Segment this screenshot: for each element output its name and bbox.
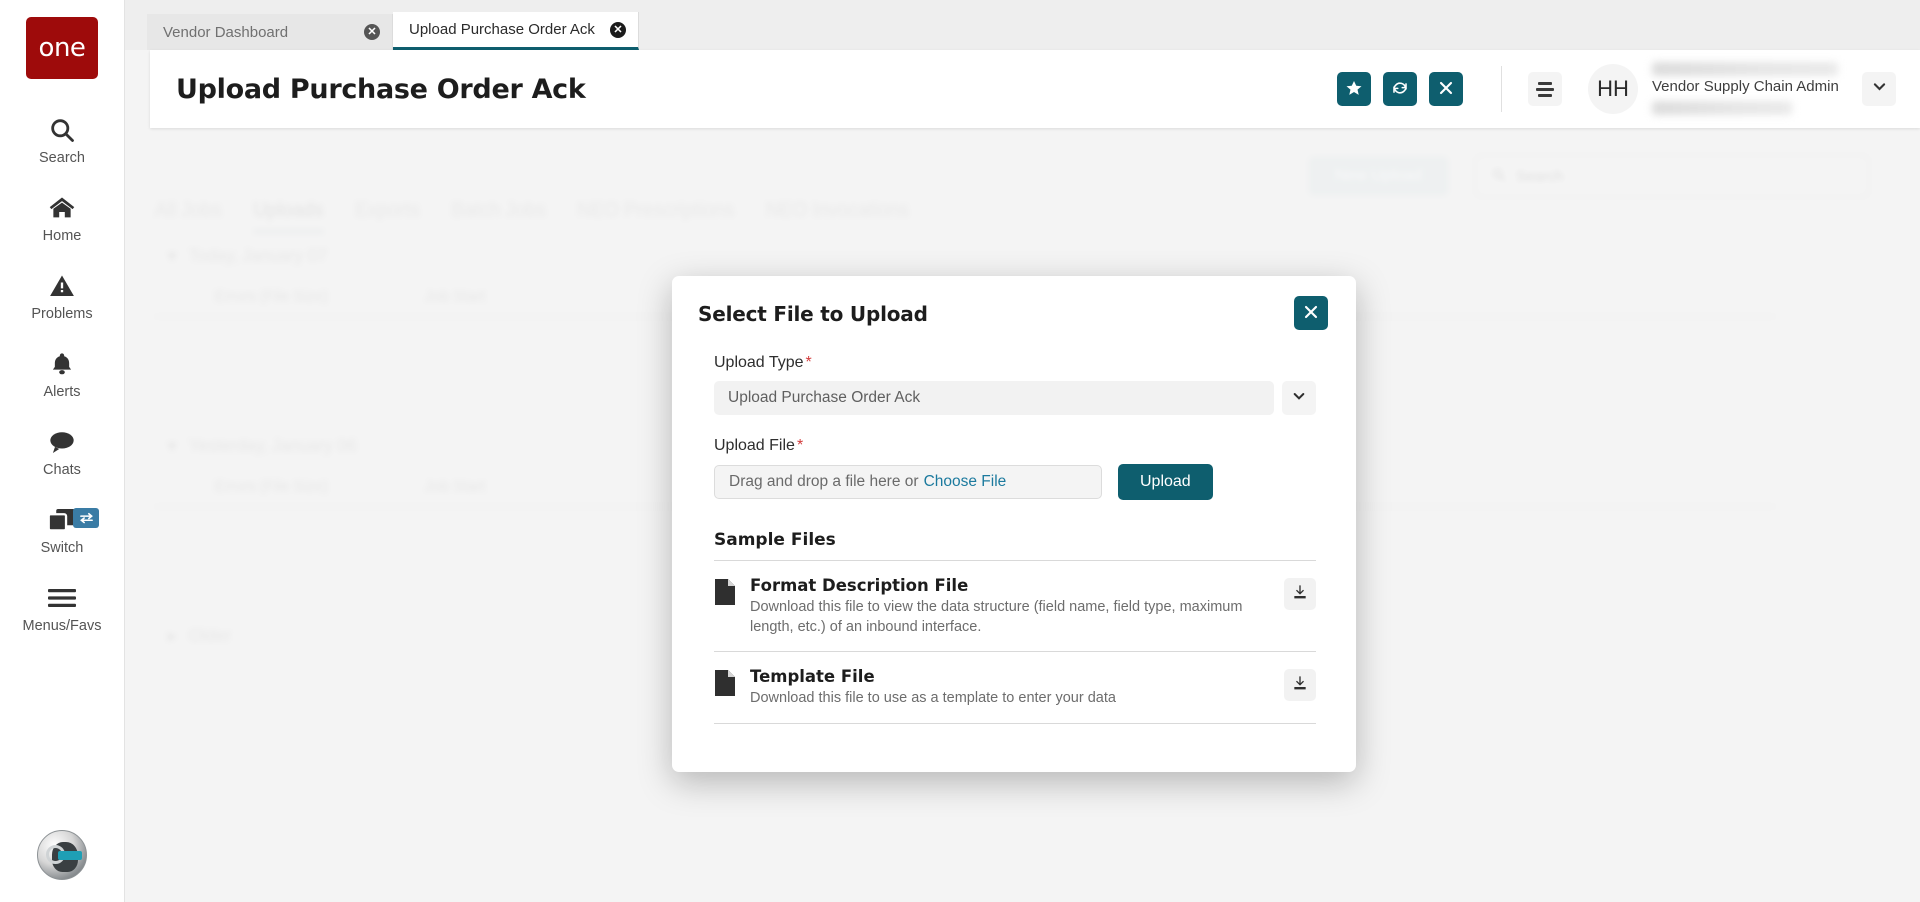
application-window: one Search Home — [0, 0, 1920, 902]
sample-files-list: Format Description File Download this fi… — [714, 560, 1316, 724]
spacer — [714, 415, 1316, 437]
required-marker: * — [806, 354, 812, 371]
upload-type-select[interactable]: Upload Purchase Order Ack — [714, 381, 1274, 415]
dialog-close-button[interactable] — [1294, 296, 1328, 330]
upload-type-label-text: Upload Type — [714, 354, 804, 371]
sample-file-name: Format Description File — [750, 576, 1268, 595]
upload-file-row: Drag and drop a file here or Choose File… — [714, 464, 1316, 500]
download-icon — [1292, 584, 1308, 605]
select-file-to-upload-dialog: Select File to Upload Upload Type* Uploa… — [672, 276, 1356, 772]
required-marker: * — [797, 437, 803, 454]
sample-file-text: Format Description File Download this fi… — [750, 576, 1284, 637]
dialog-title: Select File to Upload — [698, 302, 928, 326]
dropzone-text: Drag and drop a file here or — [729, 473, 919, 491]
chevron-down-icon — [1291, 388, 1307, 409]
sample-file-description: Download this file to use as a template … — [750, 689, 1268, 709]
list-item: Format Description File Download this fi… — [714, 560, 1316, 651]
sample-file-description: Download this file to view the data stru… — [750, 598, 1268, 637]
upload-type-label: Upload Type* — [714, 354, 1316, 372]
dialog-body: Upload Type* Upload Purchase Order Ack — [672, 330, 1356, 724]
sample-files-heading: Sample Files — [714, 530, 1316, 550]
file-dropzone[interactable]: Drag and drop a file here or Choose File — [714, 465, 1102, 499]
upload-file-label: Upload File* — [714, 437, 1316, 455]
document-icon — [714, 576, 750, 611]
document-icon — [714, 667, 750, 702]
upload-button[interactable]: Upload — [1118, 464, 1213, 500]
close-x-icon — [1303, 304, 1319, 323]
upload-type-dropdown-button[interactable] — [1282, 381, 1316, 415]
download-template-file-button[interactable] — [1284, 669, 1316, 701]
list-item: Template File Download this file to use … — [714, 651, 1316, 724]
download-icon — [1292, 675, 1308, 696]
upload-file-label-text: Upload File — [714, 437, 795, 454]
modal-overlay: Select File to Upload Upload Type* Uploa… — [0, 0, 1920, 902]
download-format-description-button[interactable] — [1284, 578, 1316, 610]
dialog-header: Select File to Upload — [672, 276, 1356, 330]
sample-file-text: Template File Download this file to use … — [750, 667, 1284, 709]
upload-type-row: Upload Purchase Order Ack — [714, 381, 1316, 415]
sample-file-name: Template File — [750, 667, 1268, 686]
choose-file-link[interactable]: Choose File — [924, 473, 1007, 491]
